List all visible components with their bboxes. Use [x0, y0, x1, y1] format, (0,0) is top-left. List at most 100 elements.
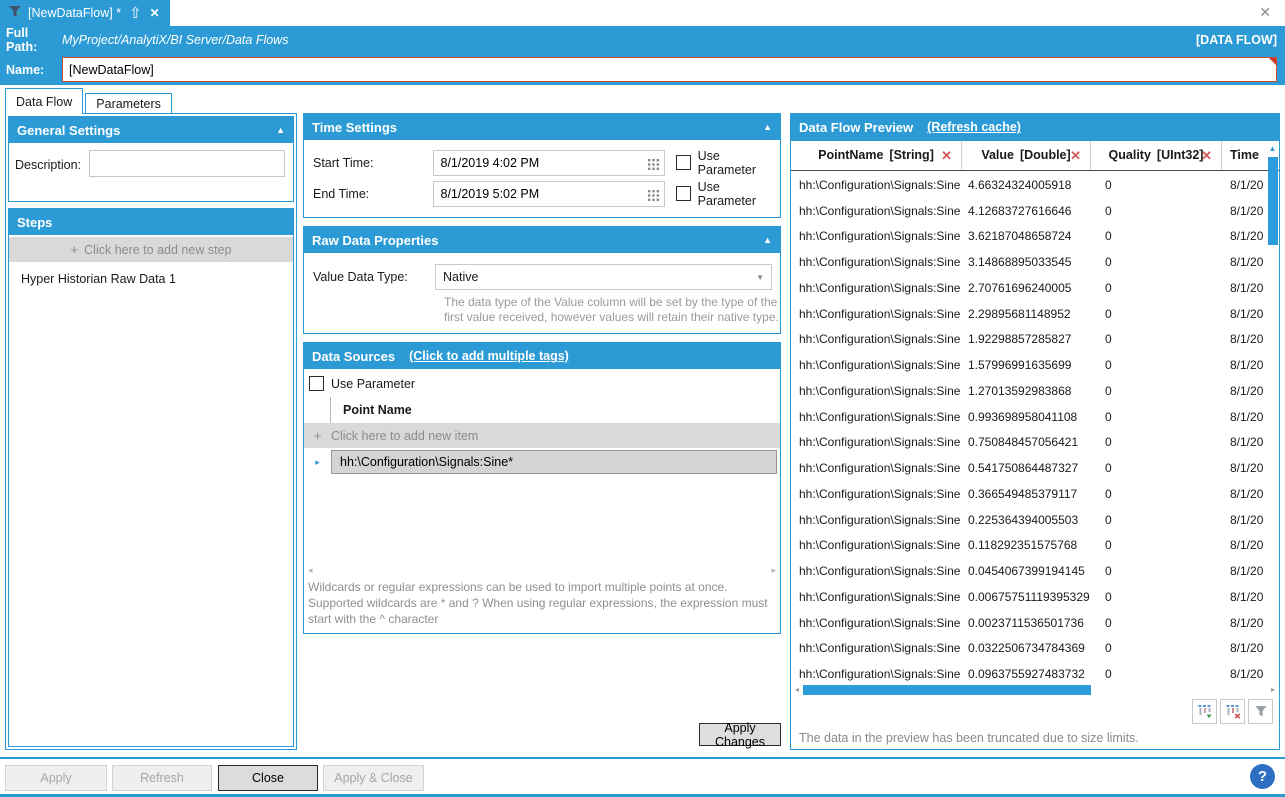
table-row[interactable]: hh:\Configuration\Signals:Sine 0.54175086…: [791, 455, 1266, 481]
table-cell: 8/1/20: [1230, 203, 1264, 218]
horizontal-scrollbar-thumb[interactable]: [803, 684, 1091, 695]
table-row[interactable]: hh:\Configuration\Signals:Sine 0.03225067…: [791, 635, 1266, 661]
horizontal-scrollbar[interactable]: ◂ ▸: [791, 684, 1279, 695]
remove-column-icon[interactable]: ✕: [941, 148, 952, 164]
table-cell: 8/1/20: [1230, 589, 1264, 604]
column-label: PointName: [818, 148, 884, 163]
apply-close-button[interactable]: Apply & Close: [323, 765, 424, 791]
scroll-right-icon[interactable]: ▸: [1267, 685, 1279, 694]
add-multiple-tags-link[interactable]: (Click to add multiple tags): [409, 349, 569, 363]
refresh-cache-link[interactable]: (Refresh cache): [927, 120, 1021, 134]
filter-button[interactable]: [1248, 698, 1273, 724]
remove-column-icon[interactable]: ✕: [1070, 148, 1081, 164]
table-cell: hh:\Configuration\Signals:Sine: [799, 383, 961, 398]
table-cell: 0.993698958041108: [968, 409, 1078, 424]
table-row[interactable]: hh:\Configuration\Signals:Sine 1.57996991…: [791, 352, 1266, 378]
value-data-type-select[interactable]: Native ▼: [435, 263, 772, 290]
promote-icon[interactable]: ⇧: [129, 6, 142, 21]
table-cell: hh:\Configuration\Signals:Sine: [799, 203, 961, 218]
tab-parameters[interactable]: Parameters: [85, 93, 172, 114]
time-settings-header[interactable]: Time Settings ▲: [304, 114, 780, 140]
date-picker-icon[interactable]: [647, 188, 659, 206]
vertical-scrollbar[interactable]: ▲: [1266, 143, 1279, 684]
table-row[interactable]: hh:\Configuration\Signals:Sine 4.66324324…: [791, 172, 1266, 198]
table-row[interactable]: hh:\Configuration\Signals:Sine 1.27013592…: [791, 378, 1266, 404]
window-close-icon[interactable]: ✕: [1259, 4, 1271, 21]
date-picker-icon[interactable]: [647, 157, 659, 175]
sources-use-parameter-checkbox[interactable]: [309, 376, 324, 391]
data-flow-preview-panel: Data Flow Preview (Refresh cache) PointN…: [790, 113, 1280, 750]
table-cell: 0: [1105, 177, 1112, 192]
table-cell: 0: [1105, 203, 1112, 218]
refresh-button[interactable]: Refresh: [112, 765, 212, 791]
scroll-left-icon[interactable]: ◂: [308, 565, 313, 576]
table-cell: 1.57996991635699: [968, 358, 1072, 373]
table-cell: hh:\Configuration\Signals:Sine: [799, 564, 961, 579]
data-source-value[interactable]: hh:\Configuration\Signals:Sine*: [331, 450, 777, 474]
close-button[interactable]: Close: [218, 765, 318, 791]
vertical-scrollbar-thumb[interactable]: [1268, 156, 1278, 245]
table-row[interactable]: hh:\Configuration\Signals:Sine 0.04540673…: [791, 558, 1266, 584]
data-source-row[interactable]: ▸ hh:\Configuration\Signals:Sine*: [304, 449, 780, 475]
collapse-icon[interactable]: ▲: [763, 235, 772, 245]
scroll-up-icon[interactable]: ▲: [1266, 143, 1279, 155]
raw-data-properties-header[interactable]: Raw Data Properties ▲: [304, 227, 780, 253]
preview-title: Data Flow Preview: [799, 119, 914, 135]
end-use-parameter-checkbox[interactable]: [675, 186, 691, 201]
table-cell: 8/1/20: [1230, 538, 1264, 553]
description-input[interactable]: [89, 150, 285, 177]
help-button[interactable]: ?: [1250, 764, 1275, 789]
add-column-filter-button[interactable]: [1192, 698, 1217, 724]
point-name-column-header[interactable]: Point Name: [304, 397, 780, 423]
table-row[interactable]: hh:\Configuration\Signals:Sine 0.75084845…: [791, 429, 1266, 455]
table-row[interactable]: hh:\Configuration\Signals:Sine 3.14868895…: [791, 249, 1266, 275]
scroll-left-icon[interactable]: ◂: [791, 685, 803, 694]
description-label: Description:: [15, 158, 81, 172]
table-row[interactable]: hh:\Configuration\Signals:Sine 2.70761696…: [791, 275, 1266, 301]
page-tabstrip: Data Flow Parameters: [5, 88, 172, 114]
apply-changes-button[interactable]: Apply Changes: [699, 721, 781, 749]
table-row[interactable]: hh:\Configuration\Signals:Sine 4.12683727…: [791, 198, 1266, 224]
add-item-button[interactable]: + Click here to add new item: [304, 423, 780, 448]
tab-data-flow[interactable]: Data Flow: [5, 88, 84, 114]
validation-error-marker: [1269, 58, 1276, 65]
remove-column-icon[interactable]: ✕: [1201, 148, 1212, 164]
column-header-pointname[interactable]: PointName [String] ✕: [791, 140, 962, 170]
step-list-item[interactable]: Hyper Historian Raw Data 1: [9, 266, 293, 292]
table-row[interactable]: hh:\Configuration\Signals:Sine 0.36654948…: [791, 481, 1266, 507]
table-row[interactable]: hh:\Configuration\Signals:Sine 0.22536439…: [791, 507, 1266, 533]
table-row[interactable]: hh:\Configuration\Signals:Sine 1.92298857…: [791, 326, 1266, 352]
table-row[interactable]: hh:\Configuration\Signals:Sine 0.11829235…: [791, 532, 1266, 558]
end-time-input[interactable]: [432, 180, 665, 207]
table-cell: hh:\Configuration\Signals:Sine: [799, 177, 961, 192]
start-time-input[interactable]: [432, 149, 665, 176]
name-bar: Name:: [0, 54, 1285, 85]
row-expand-icon[interactable]: ▸: [304, 457, 331, 468]
filter-icon: [1255, 706, 1266, 717]
scroll-right-icon[interactable]: ▸: [771, 565, 776, 576]
general-settings-header[interactable]: General Settings ▲: [9, 117, 293, 143]
collapse-icon[interactable]: ▲: [276, 125, 285, 135]
footer-bar: ? Apply Refresh Close Apply & Close: [0, 759, 1285, 795]
add-step-button[interactable]: + Click here to add new step: [9, 237, 293, 262]
tab-close-icon[interactable]: ✕: [150, 6, 160, 20]
table-cell: 8/1/20: [1230, 383, 1264, 398]
name-input[interactable]: [62, 57, 1277, 82]
column-header-quality[interactable]: Quality [UInt32] ✕: [1091, 140, 1222, 170]
column-header-value[interactable]: Value [Double] ✕: [962, 140, 1091, 170]
row-handle-gutter: [304, 397, 331, 423]
table-row[interactable]: hh:\Configuration\Signals:Sine 0.09637559…: [791, 661, 1266, 684]
table-cell: 0: [1105, 615, 1112, 630]
document-tab[interactable]: [NewDataFlow] * ⇧ ✕: [0, 0, 170, 26]
table-row[interactable]: hh:\Configuration\Signals:Sine 3.62187048…: [791, 223, 1266, 249]
apply-button[interactable]: Apply: [5, 765, 107, 791]
start-use-parameter-checkbox[interactable]: [675, 155, 691, 170]
table-row[interactable]: hh:\Configuration\Signals:Sine 0.00675751…: [791, 584, 1266, 610]
table-cell: 0.0322506734784369: [968, 641, 1085, 656]
remove-column-filter-button[interactable]: [1220, 698, 1245, 724]
collapse-icon[interactable]: ▲: [763, 122, 772, 132]
table-row[interactable]: hh:\Configuration\Signals:Sine 0.00237115…: [791, 610, 1266, 636]
table-cell: 0: [1105, 409, 1112, 424]
table-row[interactable]: hh:\Configuration\Signals:Sine 2.29895681…: [791, 301, 1266, 327]
table-row[interactable]: hh:\Configuration\Signals:Sine 0.99369895…: [791, 404, 1266, 430]
